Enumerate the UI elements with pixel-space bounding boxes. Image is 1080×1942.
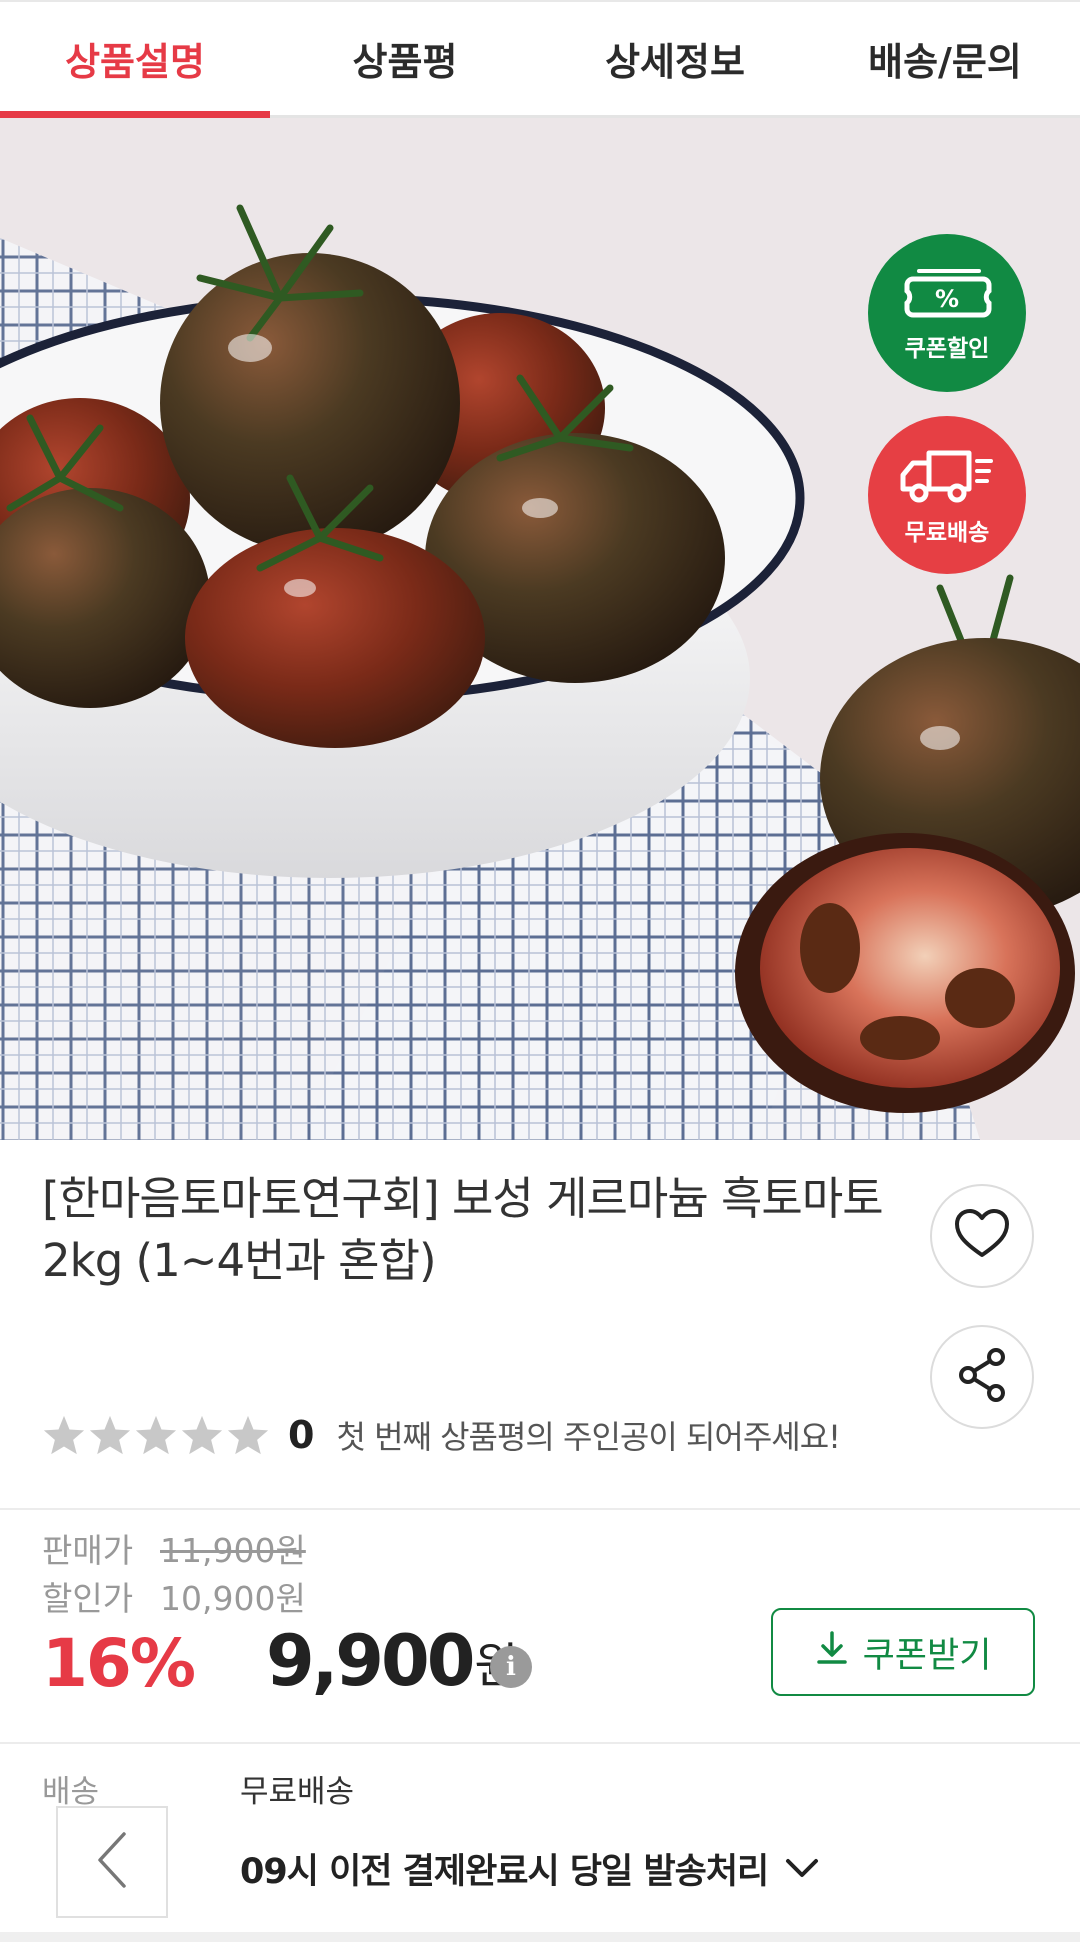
back-button[interactable] [56, 1806, 168, 1918]
product-tab-bar: 상품설명 상품평 상세정보 배송/문의 [0, 0, 1080, 118]
delivery-badge-label: 무료배송 [904, 520, 990, 546]
heart-icon [953, 1208, 1011, 1264]
share-button[interactable] [930, 1325, 1034, 1429]
download-coupon-button[interactable]: 쿠폰받기 [771, 1608, 1035, 1696]
tab-description[interactable]: 상품설명 [0, 2, 270, 118]
chevron-down-icon [784, 1849, 820, 1889]
coupon-badge-label: 쿠폰할인 [904, 336, 990, 362]
rating-stars [42, 1414, 270, 1456]
review-count: 0 [288, 1413, 315, 1457]
star-icon [181, 1415, 223, 1455]
sale-price-label: 판매가 [42, 1531, 134, 1570]
star-icon [89, 1415, 131, 1455]
tab-shipping-inquiry[interactable]: 배송/문의 [810, 2, 1080, 115]
shipping-label: 배송 [42, 1774, 100, 1810]
wishlist-button[interactable] [930, 1184, 1034, 1288]
sale-price-value: 11,900원 [160, 1531, 306, 1570]
divider [0, 1508, 1080, 1510]
delivery-truck-icon [895, 443, 999, 507]
review-prompt[interactable]: 첫 번째 상품평의 주인공이 되어주세요! [336, 1412, 841, 1458]
star-icon [43, 1415, 85, 1455]
discount-rate: 16% [42, 1625, 196, 1702]
product-title: [한마음토마토연구회] 보성 게르마늄 흑토마토 2kg (1~4번과 혼합) [42, 1172, 884, 1287]
share-icon [956, 1347, 1008, 1407]
coupon-discount-badge[interactable]: % 쿠폰할인 [868, 234, 1026, 392]
sale-price-row: 판매가 11,900원 [42, 1524, 306, 1572]
star-icon [227, 1415, 269, 1455]
discount-price-label: 할인가 [42, 1579, 134, 1618]
shipping-detail-text: 09시 이전 결제완료시 당일 발송처리 [240, 1852, 769, 1892]
tab-reviews[interactable]: 상품평 [270, 2, 540, 115]
discount-price-value: 10,900원 [160, 1579, 306, 1618]
product-image: % 쿠폰할인 무료배송 [0, 118, 1080, 1140]
rating-summary: 0 첫 번째 상품평의 주인공이 되어주세요! [42, 1412, 841, 1458]
chevron-left-icon [94, 1830, 130, 1894]
price-info-icon[interactable]: i [490, 1646, 532, 1688]
coupon-ticket-icon: % [899, 263, 995, 323]
discount-price-row: 할인가 10,900원 [42, 1572, 306, 1620]
star-icon [135, 1415, 177, 1455]
final-price: 9,900 [265, 1620, 475, 1702]
svg-text:%: % [935, 285, 959, 313]
bottom-edge [0, 1932, 1080, 1942]
tab-details[interactable]: 상세정보 [540, 2, 810, 115]
shipping-detail-toggle[interactable]: 09시 이전 결제완료시 당일 발송처리 [240, 1843, 820, 1894]
divider [0, 1742, 1080, 1744]
shipping-value: 무료배송 [240, 1774, 355, 1810]
final-price-row: 16% 9,900 원 [42, 1620, 519, 1702]
download-coupon-label: 쿠폰받기 [862, 1635, 992, 1676]
free-delivery-badge[interactable]: 무료배송 [868, 416, 1026, 574]
download-icon [815, 1630, 849, 1675]
